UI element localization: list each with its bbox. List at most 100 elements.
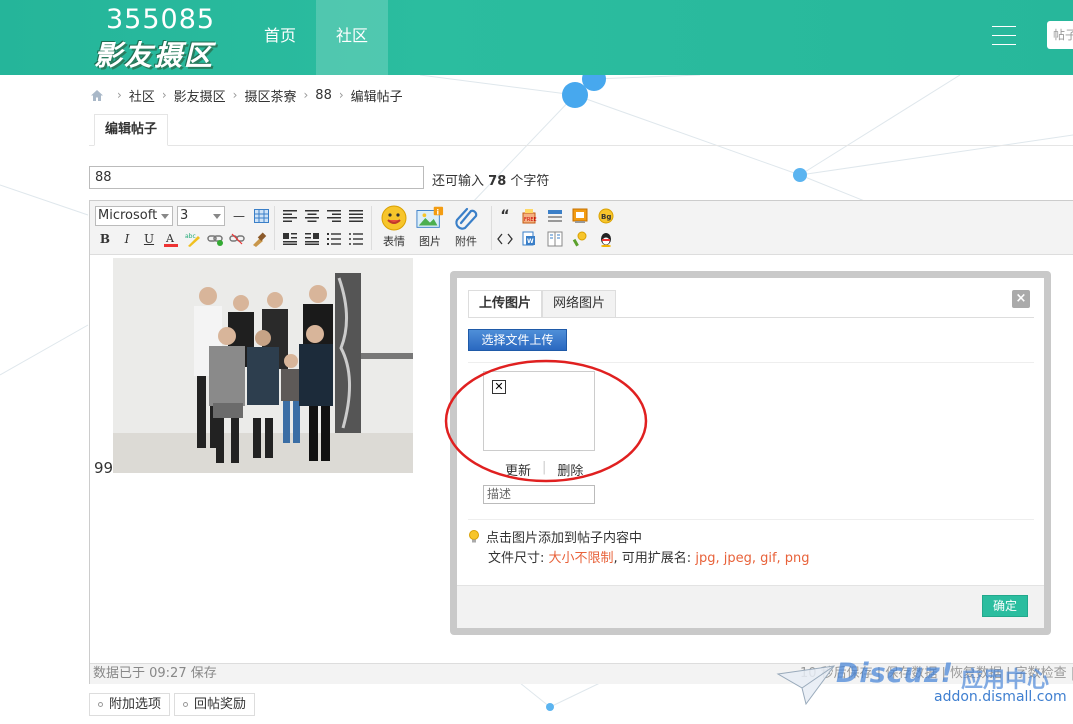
toolbar-divider: [491, 206, 492, 250]
breadcrumb-current: 编辑帖子: [350, 89, 403, 105]
discuz-watermark: Discuz! 应用中心 addon.dismall.com: [776, 656, 1073, 724]
code-icon[interactable]: [496, 230, 514, 248]
align-right-icon[interactable]: [325, 207, 343, 225]
menu-icon[interactable]: [992, 26, 1016, 46]
logo-number: 355085: [106, 4, 216, 35]
content-text: 99: [94, 459, 114, 477]
hide-content-icon[interactable]: [546, 207, 564, 225]
confirm-button[interactable]: 确定: [982, 595, 1028, 617]
close-icon[interactable]: ×: [1012, 290, 1030, 308]
emoticon-label: 表情: [383, 235, 405, 248]
italic-icon[interactable]: I: [118, 230, 136, 248]
breadcrumb-separator: ›: [338, 88, 344, 102]
upload-tip: 点击图片添加到帖子内容中 文件尺寸: 大小不限制, 可用扩展名: jpg, jp…: [468, 529, 810, 569]
char-remaining-prefix: 还可输入: [432, 174, 485, 189]
breadcrumb-thread[interactable]: 88: [315, 88, 332, 103]
float-right-icon[interactable]: [303, 230, 321, 248]
site-logo[interactable]: 355085 影友摄区: [94, 4, 218, 72]
background-icon[interactable]: Bg: [597, 207, 615, 225]
font-family-select[interactable]: Microsoft: [95, 206, 173, 226]
lightbulb-icon: [469, 530, 479, 543]
align-left-icon[interactable]: [281, 207, 299, 225]
breadcrumb-community[interactable]: 社区: [129, 86, 155, 105]
tip-size-label: 文件尺寸:: [488, 551, 545, 566]
nav-community[interactable]: 社区: [316, 0, 388, 75]
title-input[interactable]: 88: [89, 166, 424, 189]
svg-text:abc: abc: [185, 233, 196, 240]
bullet-icon: [183, 702, 188, 707]
image-button[interactable]: i 图片: [413, 205, 447, 249]
breadcrumb-subforum[interactable]: 摄区茶寮: [244, 86, 296, 105]
dialog-body: 上传图片 网络图片 × 选择文件上传 ✕ 更新 | 删除 描述 点击图片添加到帖…: [457, 278, 1044, 628]
bold-icon[interactable]: B: [96, 230, 114, 248]
image-upload-dialog: 上传图片 网络图片 × 选择文件上传 ✕ 更新 | 删除 描述 点击图片添加到帖…: [450, 271, 1051, 635]
table-icon[interactable]: [252, 207, 270, 225]
delete-link[interactable]: 删除: [557, 460, 583, 479]
svg-text:FREE: FREE: [524, 217, 537, 223]
align-center-icon[interactable]: [303, 207, 321, 225]
quote-icon[interactable]: “: [496, 207, 514, 225]
autosave-status: 数据已于 09:27 保存: [93, 666, 217, 681]
font-size-select[interactable]: 3: [177, 206, 225, 226]
tip-line1: 点击图片添加到帖子内容中: [486, 531, 643, 546]
ordered-list-icon[interactable]: [325, 230, 343, 248]
site-header: 355085 影友摄区 首页 社区 帖子: [0, 0, 1073, 75]
tip-ext-value: jpg, jpeg, gif, png: [695, 551, 810, 566]
tip-size-value: 大小不限制: [548, 551, 614, 566]
font-size-value: 3: [180, 208, 189, 223]
divider: [468, 362, 1034, 363]
link-icon[interactable]: [206, 230, 224, 248]
logo-text: 影友摄区: [94, 39, 215, 72]
attachment-button[interactable]: 附件: [449, 205, 483, 249]
extra-options-label: 附加选项: [109, 697, 162, 712]
reply-reward-button[interactable]: 回帖奖励: [174, 693, 256, 716]
extra-options-button[interactable]: 附加选项: [89, 693, 171, 716]
float-left-icon[interactable]: [281, 230, 299, 248]
breadcrumb: › 社区 › 影友摄区 › 摄区茶寮 › 88 › 编辑帖子: [90, 86, 403, 105]
clear-format-icon[interactable]: [250, 230, 268, 248]
update-link[interactable]: 更新: [505, 460, 531, 479]
image-icon: i: [416, 206, 444, 228]
unordered-list-icon[interactable]: [347, 230, 365, 248]
paper-plane-icon: [776, 665, 836, 706]
font-color-icon[interactable]: A: [162, 230, 180, 248]
char-remaining: 还可输入 78 个字符: [432, 170, 549, 189]
watermark-url: addon.dismall.com: [934, 689, 1067, 705]
search-input[interactable]: 帖子: [1047, 21, 1073, 49]
editor-toolbar: Microsoft 3 — B I U A abc 表情 i 图片 附件 “ F…: [90, 201, 1073, 255]
highlight-icon[interactable]: abc: [184, 230, 202, 248]
description-input[interactable]: 描述: [483, 485, 595, 504]
nav-home[interactable]: 首页: [250, 0, 310, 75]
emoticon-button[interactable]: 表情: [377, 205, 411, 249]
paste-word-icon[interactable]: W: [520, 230, 538, 248]
chevron-down-icon: [213, 214, 221, 219]
qq-icon[interactable]: [597, 230, 615, 248]
char-remaining-suffix: 个字符: [510, 174, 550, 189]
flash-icon[interactable]: [571, 207, 589, 225]
uploaded-image-thumbnail[interactable]: ✕: [483, 371, 595, 451]
columns-icon[interactable]: [546, 230, 564, 248]
free-icon[interactable]: FREE: [520, 207, 538, 225]
svg-text:W: W: [527, 238, 534, 245]
home-icon[interactable]: [90, 89, 104, 102]
breadcrumb-forum[interactable]: 影友摄区: [174, 86, 226, 105]
image-actions: 更新 | 删除: [505, 460, 583, 479]
tab-edit-post[interactable]: 编辑帖子: [94, 114, 169, 146]
chevron-down-icon: [161, 214, 169, 219]
unlink-icon[interactable]: [228, 230, 246, 248]
smiley-icon: [381, 205, 407, 231]
underline-icon[interactable]: U: [140, 230, 158, 248]
align-justify-icon[interactable]: [347, 207, 365, 225]
password-icon[interactable]: [571, 230, 589, 248]
dialog-footer: 确定: [457, 585, 1044, 628]
watermark-brand: Discuz!: [836, 658, 954, 689]
family-photo[interactable]: [113, 258, 413, 473]
select-file-upload-button[interactable]: 选择文件上传: [468, 329, 567, 351]
bullet-icon: [98, 702, 103, 707]
horizontal-rule-icon[interactable]: —: [230, 207, 248, 225]
tab-web-image[interactable]: 网络图片: [542, 290, 617, 318]
broken-image-icon: ✕: [492, 380, 506, 394]
tab-upload-image[interactable]: 上传图片: [468, 290, 543, 318]
breadcrumb-separator: ›: [303, 88, 309, 102]
paperclip-icon: [455, 207, 478, 230]
